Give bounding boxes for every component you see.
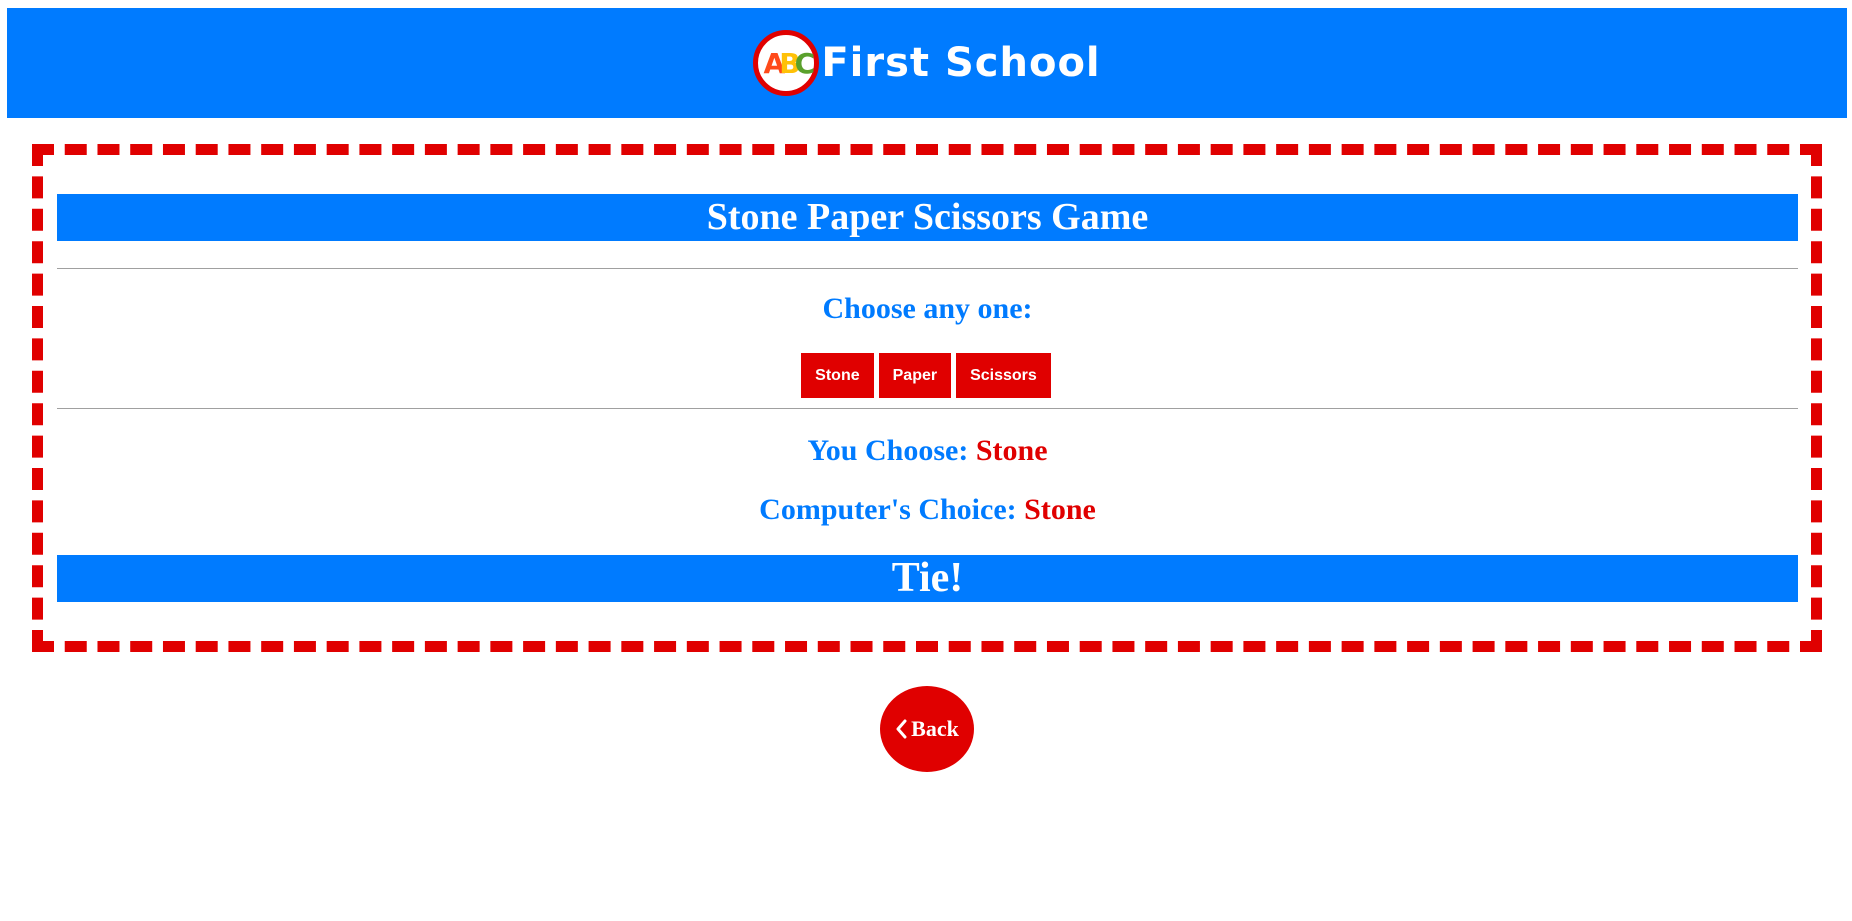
site-header: A B C First School [7,8,1847,118]
brand-name: First School [821,40,1101,86]
result-banner: Tie! [57,555,1798,602]
choose-prompt: Choose any one: [822,292,1033,325]
stone-button[interactable]: Stone [801,353,874,398]
divider [57,268,1798,269]
computer-choice-value: Stone [1024,493,1096,526]
choice-buttons: Stone Paper Scissors [0,353,1852,398]
scissors-button[interactable]: Scissors [956,353,1051,398]
computer-choice-line: Computer's Choice: Stone [57,493,1798,527]
paper-button[interactable]: Paper [878,353,952,398]
logo-letter-a: A [763,46,786,80]
computer-choice-label: Computer's Choice: [759,493,1017,526]
logo-letter-b: B [779,46,800,80]
brand[interactable]: A B C First School [753,30,1100,96]
abc-logo-icon: A B C [753,30,820,96]
logo-letter-c: C [794,46,815,80]
chevron-left-icon [895,719,907,739]
back-label: Back [911,716,959,741]
back-button[interactable]: Back [880,686,974,772]
your-choice-value: Stone [975,434,1048,467]
divider [57,408,1798,409]
your-choice-label: You Choose: [807,434,969,467]
your-choice-line: You Choose: Stone [57,434,1798,468]
game-title: Stone Paper Scissors Game [57,194,1798,241]
